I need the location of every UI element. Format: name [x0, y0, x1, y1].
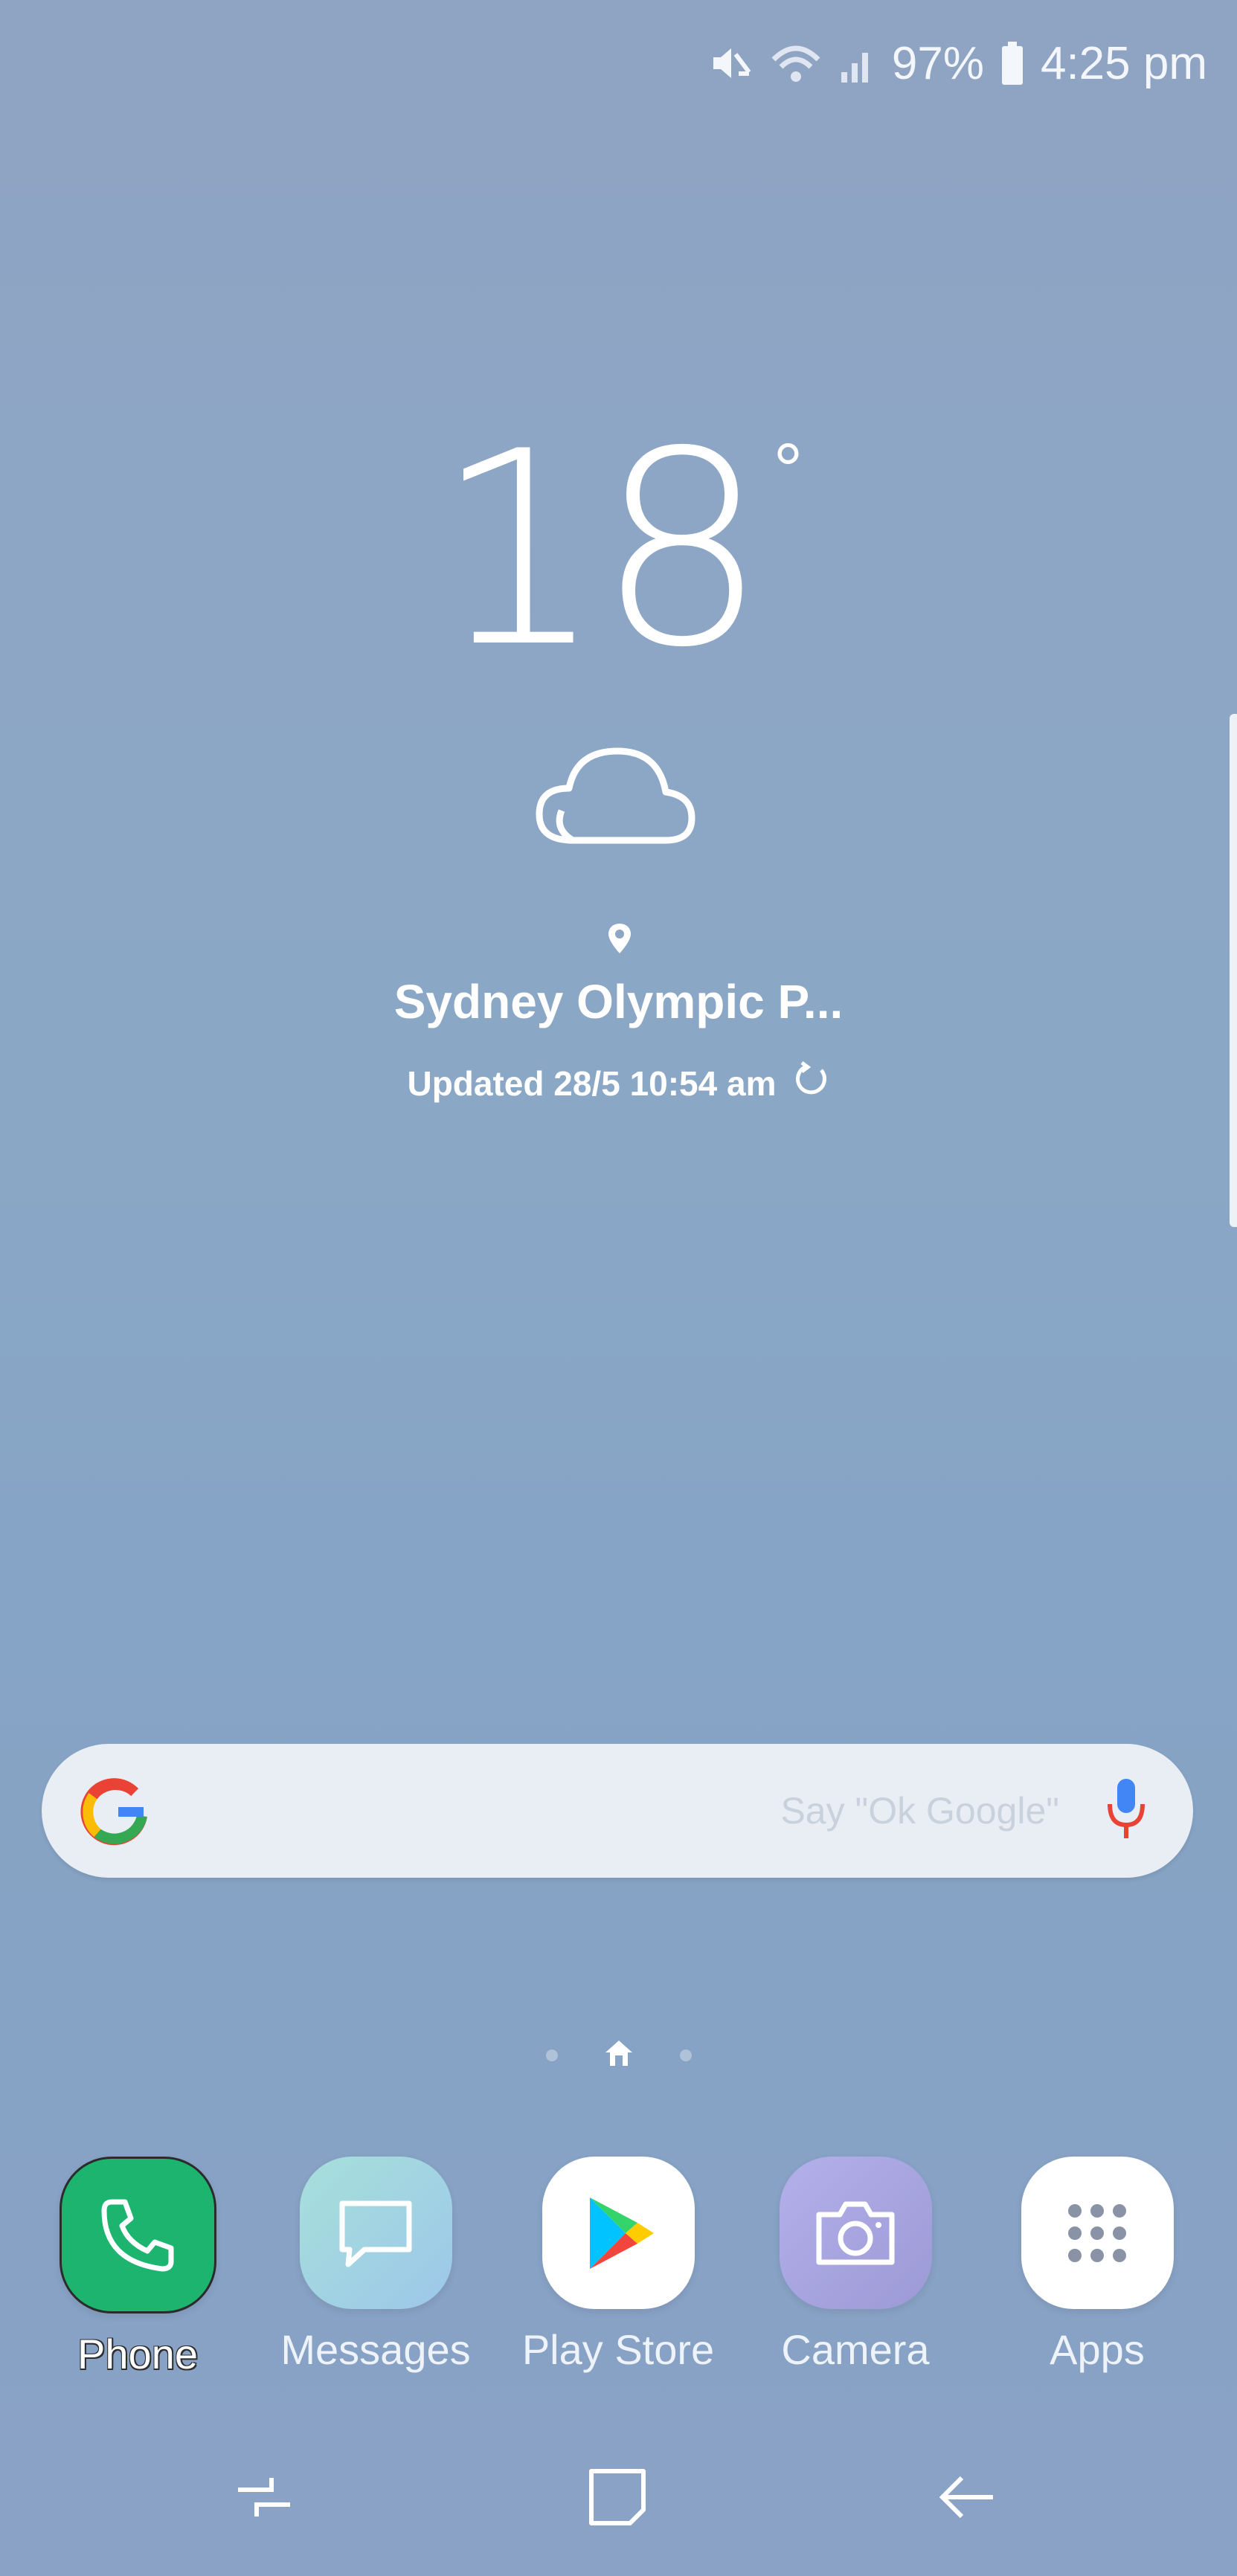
app-dock: Phone Messages Play Store Camera Apps: [0, 2157, 1237, 2377]
recent-apps-icon: [231, 2467, 298, 2531]
back-icon: [934, 2467, 1000, 2531]
app-label: Camera: [781, 2326, 930, 2373]
home-page-indicator-icon: [603, 2038, 635, 2073]
phone-icon: [59, 2157, 216, 2313]
location-pin-icon: [606, 922, 633, 959]
dock-app-phone[interactable]: Phone: [19, 2157, 257, 2378]
apps-grid-icon: [1021, 2157, 1174, 2309]
microphone-icon[interactable]: [1104, 1776, 1148, 1846]
camera-icon: [779, 2157, 932, 2309]
page-indicator: [0, 2038, 1237, 2073]
edge-panel-handle[interactable]: [1230, 714, 1237, 1227]
messages-icon: [299, 2157, 452, 2309]
mute-icon: [709, 41, 754, 86]
battery-percent: 97%: [891, 37, 984, 89]
cloud-icon: [532, 736, 703, 859]
weather-widget[interactable]: 18 °: [0, 416, 1237, 684]
weather-updated-text: Updated 28/5 10:54 am: [407, 1063, 777, 1103]
battery-icon: [1000, 40, 1024, 86]
app-label: Messages: [280, 2326, 471, 2373]
page-dot: [679, 2049, 692, 2061]
status-bar: 97% 4:25 pm: [709, 30, 1207, 97]
dock-app-camera[interactable]: Camera: [736, 2157, 974, 2374]
google-g-icon: [75, 1770, 157, 1852]
app-label: Apps: [1050, 2326, 1145, 2373]
dock-app-play-store[interactable]: Play Store: [499, 2157, 737, 2374]
temperature: 18: [434, 394, 767, 706]
wifi-icon: [770, 41, 822, 86]
app-label: Phone: [77, 2331, 198, 2377]
search-placeholder: Say "Ok Google": [780, 1790, 1059, 1832]
home-icon: [584, 2464, 651, 2534]
home-button[interactable]: [558, 2454, 677, 2543]
navigation-bar: [0, 2454, 1237, 2543]
weather-updated-row: Updated 28/5 10:54 am: [0, 1060, 1237, 1107]
back-button[interactable]: [907, 2454, 1026, 2543]
app-label: Play Store: [521, 2326, 715, 2373]
clock: 4:25 pm: [1040, 37, 1207, 89]
dock-app-messages[interactable]: Messages: [257, 2157, 495, 2374]
signal-icon: [838, 41, 875, 86]
weather-location: Sydney Olympic P...: [393, 975, 844, 1028]
dock-app-apps[interactable]: Apps: [978, 2157, 1216, 2374]
refresh-icon[interactable]: [791, 1060, 830, 1107]
degree-symbol: °: [773, 428, 803, 512]
recent-apps-button[interactable]: [205, 2454, 324, 2543]
play-store-icon: [542, 2157, 695, 2309]
google-search-bar[interactable]: Say "Ok Google": [42, 1744, 1193, 1878]
page-dot: [545, 2049, 558, 2061]
